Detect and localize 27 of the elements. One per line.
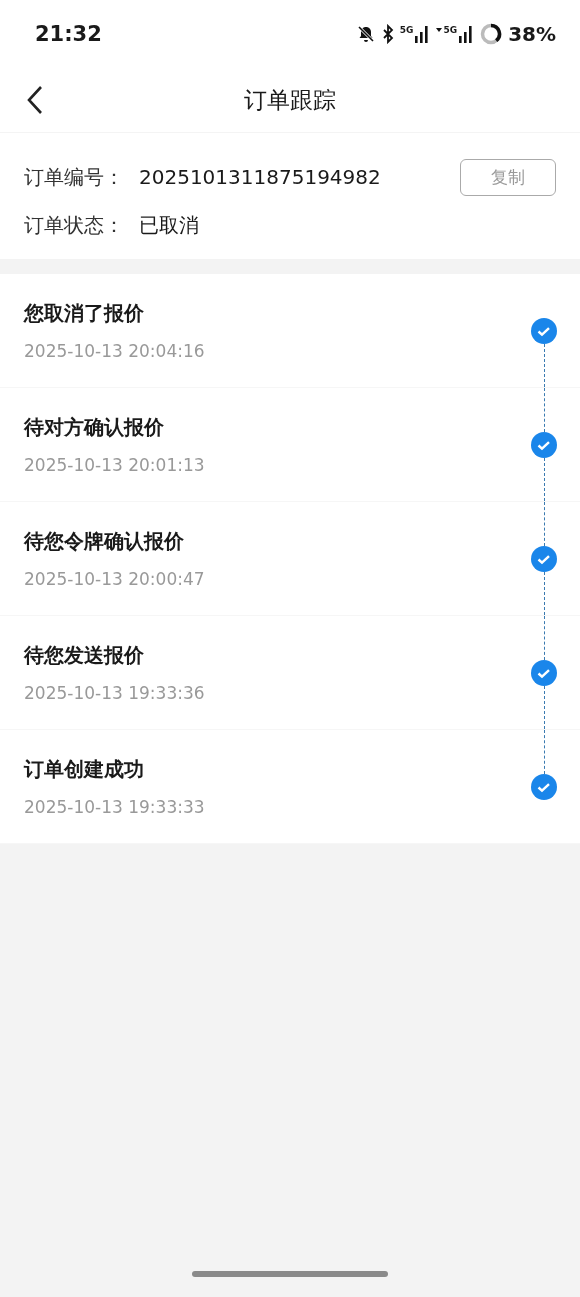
step-title: 待您令牌确认报价 bbox=[24, 528, 185, 555]
step-time: 2025-10-13 20:00:47 bbox=[24, 569, 206, 589]
page-title: 订单跟踪 bbox=[244, 85, 336, 115]
step-time: 2025-10-13 20:04:16 bbox=[24, 341, 206, 361]
status-time: 21:32 bbox=[35, 22, 102, 46]
step-time: 2025-10-13 20:01:13 bbox=[24, 455, 206, 475]
order-status: 已取消 bbox=[139, 211, 200, 239]
order-status-label: 订单状态： bbox=[24, 211, 125, 239]
data-arrow-icon bbox=[436, 25, 443, 33]
battery-ring-icon bbox=[480, 23, 503, 45]
signal-icon bbox=[414, 25, 431, 43]
bluetooth-icon bbox=[381, 24, 394, 44]
step-time: 2025-10-13 19:33:36 bbox=[24, 683, 206, 703]
back-icon[interactable] bbox=[26, 85, 44, 115]
network-label: 5G bbox=[443, 25, 458, 35]
signal-icon bbox=[458, 25, 475, 43]
battery-percent: 38% bbox=[508, 22, 556, 46]
copy-button[interactable]: 复制 bbox=[460, 158, 556, 196]
step-title: 待您发送报价 bbox=[24, 642, 145, 669]
step-time: 2025-10-13 19:33:33 bbox=[24, 797, 206, 817]
bell-muted-icon bbox=[355, 24, 376, 44]
order-number-label: 订单编号： bbox=[24, 163, 125, 191]
network-label: 5G bbox=[399, 25, 414, 35]
step-title: 您取消了报价 bbox=[24, 300, 145, 327]
step-title: 待对方确认报价 bbox=[24, 414, 165, 441]
order-number: 2025101311875194982 bbox=[139, 165, 382, 189]
step-title: 订单创建成功 bbox=[24, 756, 145, 783]
